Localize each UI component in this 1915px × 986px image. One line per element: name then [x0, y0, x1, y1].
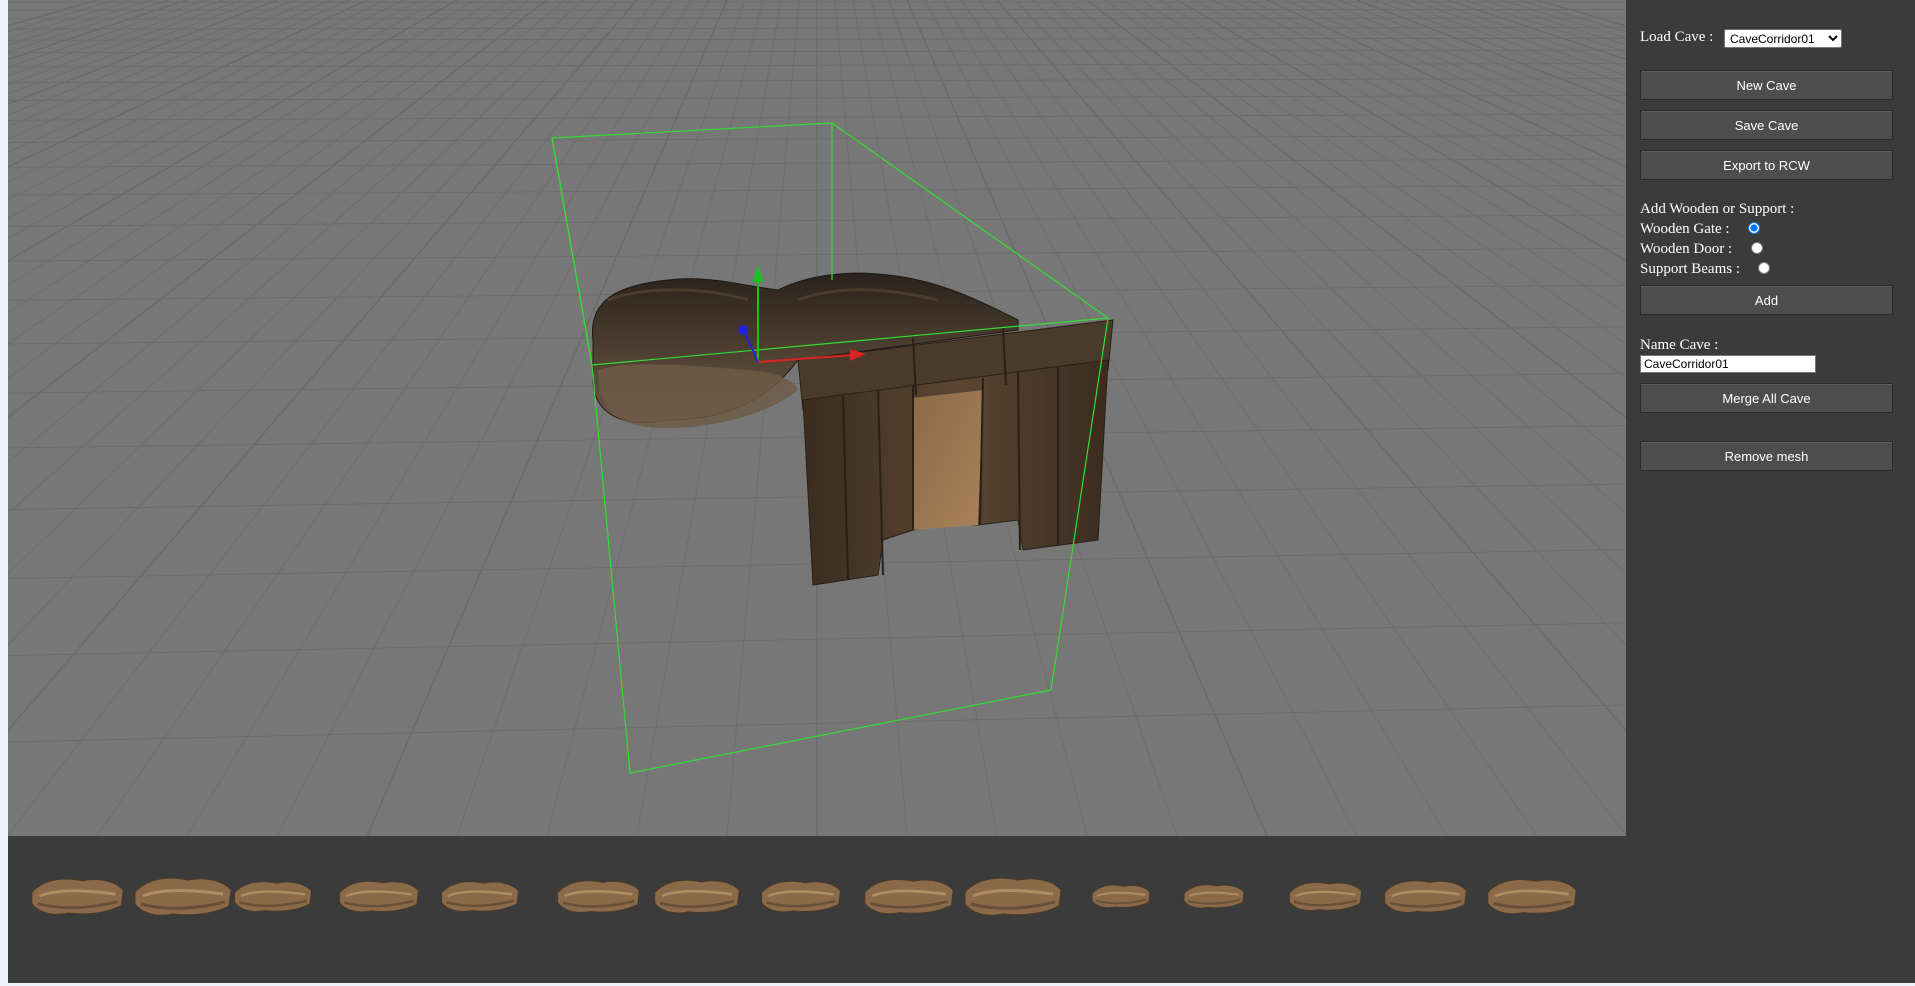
save-cave-button[interactable]: Save Cave	[1640, 110, 1893, 140]
name-cave-input[interactable]	[1640, 355, 1816, 373]
grid-line	[8, 0, 278, 105]
support-beams-radio[interactable]	[1758, 262, 1770, 274]
grid-line	[1356, 0, 1626, 105]
cave-piece-icon[interactable]	[440, 868, 520, 929]
grid-line	[186, 0, 692, 836]
grid-line	[8, 0, 368, 168]
load-cave-select[interactable]: CaveCorridor01	[1724, 29, 1842, 48]
grid-line	[8, 0, 170, 53]
cave-piece-icon[interactable]	[1486, 868, 1578, 929]
remove-mesh-button[interactable]: Remove mesh	[1640, 441, 1893, 471]
editor-sidebar: Load Cave : CaveCorridor01 New Cave Save…	[1626, 0, 1915, 983]
grid-line	[8, 0, 350, 153]
name-cave-label: Name Cave :	[1640, 337, 1719, 353]
load-cave-label: Load Cave :	[1640, 29, 1714, 45]
z-axis-handle-icon	[738, 325, 748, 335]
wooden-gate-label: Wooden Gate :	[1640, 221, 1730, 237]
grid-line	[8, 9, 1626, 11]
grid-line	[8, 0, 530, 379]
grid-line	[1212, 0, 1626, 219]
grid-line	[1176, 0, 1626, 262]
grid-line	[8, 0, 494, 314]
3d-viewport[interactable]	[8, 0, 1626, 836]
grid-line	[1284, 0, 1626, 153]
grid-line	[8, 0, 386, 183]
cave-piece-icon[interactable]	[233, 868, 313, 929]
grid-line	[8, 0, 206, 68]
grid-line	[1248, 0, 1626, 183]
grid-line	[8, 0, 98, 27]
cave-piece-icon[interactable]	[338, 868, 420, 929]
grid-line	[1050, 0, 1626, 515]
grid-line	[8, 0, 440, 239]
new-cave-button[interactable]: New Cave	[1640, 70, 1893, 100]
grid-line	[8, 0, 458, 262]
grid-line	[8, 0, 152, 46]
grid-line	[8, 0, 260, 95]
grid-line	[1428, 0, 1626, 68]
cave-piece-icon[interactable]	[556, 868, 641, 929]
grid-line	[8, 0, 584, 515]
grid-line	[8, 0, 422, 219]
cave-piece-icon[interactable]	[963, 868, 1063, 929]
grid-line	[1068, 0, 1626, 463]
grid-line	[8, 0, 620, 646]
cave-piece-icon[interactable]	[653, 868, 741, 929]
grid-line	[1500, 0, 1626, 39]
grid-line	[8, 0, 656, 836]
wooden-gate-mesh[interactable]	[797, 319, 1114, 586]
viewport-canvas[interactable]	[8, 0, 1626, 836]
grid-line	[1464, 0, 1626, 53]
add-support-label: Add Wooden or Support :	[1640, 201, 1795, 217]
grid-line	[1482, 0, 1626, 46]
add-button[interactable]: Add	[1640, 285, 1893, 315]
grid-line	[8, 0, 296, 116]
cave-piece-icon[interactable]	[863, 868, 955, 929]
merge-all-cave-button[interactable]: Merge All Cave	[1640, 383, 1893, 413]
cave-piece-icon[interactable]	[1383, 868, 1468, 929]
y-axis-arrow-icon	[752, 265, 764, 282]
grid-line	[1374, 0, 1626, 95]
cave-piece-icon[interactable]	[760, 868, 842, 929]
wooden-door-radio[interactable]	[1751, 242, 1763, 254]
grid-line	[8, 0, 638, 732]
cave-piece-icon[interactable]	[1183, 868, 1245, 929]
cave-piece-icon[interactable]	[133, 868, 233, 929]
mesh-thumbnail-bar	[8, 836, 1626, 983]
support-beams-label: Support Beams :	[1640, 261, 1740, 277]
grid-line	[8, 0, 242, 85]
grid-line	[8, 0, 566, 463]
grid-line	[1536, 0, 1626, 27]
wooden-door-label: Wooden Door :	[1640, 241, 1733, 257]
grid-line	[8, 0, 404, 200]
grid-line	[8, 0, 134, 39]
grid-line	[1392, 0, 1626, 85]
grid-line	[1014, 0, 1626, 646]
wooden-gate-radio[interactable]	[1748, 222, 1760, 234]
grid-line	[8, 0, 512, 344]
cave-piece-icon[interactable]	[30, 868, 125, 929]
grid-line	[1230, 0, 1626, 200]
cave-piece-icon[interactable]	[1091, 868, 1151, 929]
grid-line	[8, 17, 1626, 20]
grid-line	[1266, 0, 1626, 168]
cave-piece-icon[interactable]	[1288, 868, 1363, 929]
export-rcw-button[interactable]: Export to RCW	[1640, 150, 1893, 180]
grid-line	[1194, 0, 1626, 239]
grid-line	[8, 0, 314, 127]
